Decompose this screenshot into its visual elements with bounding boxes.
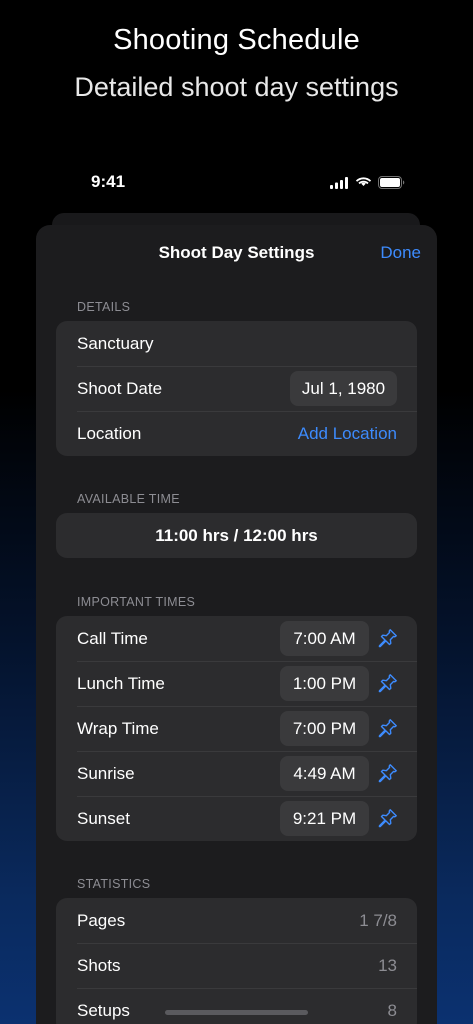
stat-value: 8 <box>387 1000 397 1020</box>
time-label: Sunrise <box>77 763 135 783</box>
time-picker[interactable]: 9:21 PM <box>280 801 369 836</box>
stat-row-pages: Pages 1 7/8 <box>56 898 417 943</box>
stat-label: Shots <box>77 955 121 975</box>
status-icons <box>330 176 405 189</box>
stat-value: 13 <box>378 955 397 975</box>
shoot-date-picker[interactable]: Jul 1, 1980 <box>290 371 397 406</box>
time-label: Call Time <box>77 628 148 648</box>
statistics-group: Pages 1 7/8 Shots 13 Setups 8 <box>56 898 417 1024</box>
time-picker[interactable]: 1:00 PM <box>280 666 369 701</box>
time-label: Lunch Time <box>77 673 165 693</box>
details-group: Sanctuary Shoot Date Jul 1, 1980 Locatio… <box>56 321 417 456</box>
add-location-button[interactable]: Add Location <box>298 424 397 444</box>
stat-row-shots: Shots 13 <box>56 943 417 988</box>
shoot-day-name[interactable]: Sanctuary <box>77 334 154 354</box>
section-header-important-times: IMPORTANT TIMES <box>77 595 196 609</box>
time-picker[interactable]: 7:00 PM <box>280 711 369 746</box>
shoot-date-label: Shoot Date <box>77 378 163 398</box>
pin-icon[interactable] <box>378 763 398 783</box>
cellular-signal-icon <box>330 176 348 189</box>
time-picker[interactable]: 7:00 AM <box>280 621 369 656</box>
name-row[interactable]: Sanctuary <box>56 321 417 366</box>
hero-title: Shooting Schedule <box>113 24 360 56</box>
section-header-details: DETAILS <box>77 300 131 314</box>
section-header-available-time: AVAILABLE TIME <box>77 492 180 506</box>
location-row: Location Add Location <box>56 411 417 456</box>
status-time: 9:41 <box>91 172 126 191</box>
pin-icon[interactable] <box>378 628 398 648</box>
section-header-statistics: STATISTICS <box>77 877 151 891</box>
stat-label: Setups <box>77 1000 130 1020</box>
important-times-group: Call Time 7:00 AM Lunch Time 1:00 PM Wra… <box>56 616 417 841</box>
stat-row-setups: Setups 8 <box>56 988 417 1024</box>
home-indicator[interactable] <box>165 1010 308 1015</box>
pin-icon[interactable] <box>378 718 398 738</box>
time-picker[interactable]: 4:49 AM <box>280 756 369 791</box>
available-time-row: 11:00 hrs / 12:00 hrs <box>56 513 417 558</box>
time-row-call: Call Time 7:00 AM <box>56 616 417 661</box>
time-row-lunch: Lunch Time 1:00 PM <box>56 661 417 706</box>
stat-value: 1 7/8 <box>359 910 397 930</box>
hero-subtitle: Detailed shoot day settings <box>74 72 399 102</box>
time-label: Wrap Time <box>77 718 159 738</box>
time-row-wrap: Wrap Time 7:00 PM <box>56 706 417 751</box>
pin-icon[interactable] <box>378 808 398 828</box>
wifi-icon <box>355 176 372 186</box>
shoot-date-row: Shoot Date Jul 1, 1980 <box>56 366 417 411</box>
status-bar: 9:41 <box>0 172 473 196</box>
done-button[interactable]: Done <box>380 243 421 263</box>
nav-title: Shoot Day Settings <box>158 243 315 262</box>
battery-icon <box>378 176 405 189</box>
time-label: Sunset <box>77 808 130 828</box>
location-label: Location <box>77 423 142 443</box>
available-time-group: 11:00 hrs / 12:00 hrs <box>56 513 417 558</box>
time-row-sunrise: Sunrise 4:49 AM <box>56 751 417 796</box>
pin-icon[interactable] <box>378 673 398 693</box>
available-time-value: 11:00 hrs / 12:00 hrs <box>155 525 318 545</box>
time-row-sunset: Sunset 9:21 PM <box>56 796 417 841</box>
settings-sheet: Shoot Day Settings Done DETAILS Sanctuar… <box>36 225 437 1024</box>
stat-label: Pages <box>77 910 126 930</box>
